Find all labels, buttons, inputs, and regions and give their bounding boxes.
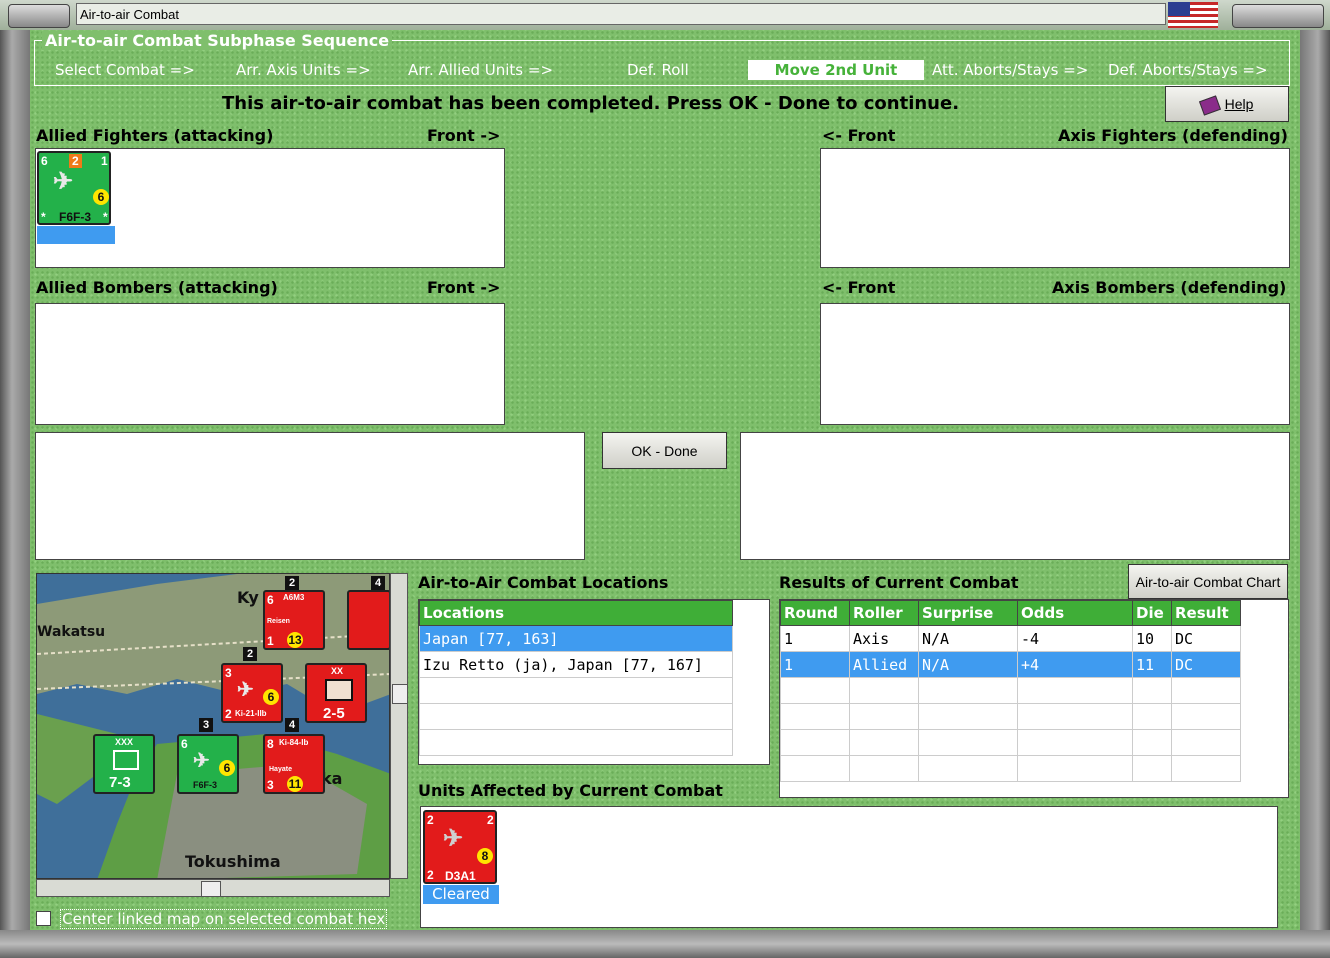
window-title: Air-to-air Combat xyxy=(76,3,1166,25)
allied-bombers-panel xyxy=(35,303,505,425)
step-arr-allied: Arr. Allied Units => xyxy=(408,61,554,79)
result-row[interactable]: 1 Axis N/A -4 10 DC xyxy=(780,625,1241,652)
step-select-combat: Select Combat => xyxy=(55,61,195,79)
locations-header: Locations xyxy=(419,600,733,626)
help-button[interactable]: Help xyxy=(1165,86,1289,122)
fighter-plane-icon: ✈ xyxy=(193,750,210,772)
locations-title: Air-to-Air Combat Locations xyxy=(418,573,669,592)
sequence-title: Air-to-air Combat Subphase Sequence xyxy=(42,31,393,50)
window-frame-right xyxy=(1300,30,1330,958)
result-row-empty xyxy=(780,755,1241,782)
usa-flag-icon xyxy=(1168,2,1218,28)
step-def-roll: Def. Roll xyxy=(627,61,689,79)
allied-fighter-selection xyxy=(37,226,115,244)
results-table: Round Roller Surprise Odds Die Result 1A… xyxy=(780,600,1241,782)
ok-done-button[interactable]: OK - Done xyxy=(602,432,727,469)
locations-table: Locations Japan [77, 163] Izu Retto (ja)… xyxy=(419,600,733,756)
col-round: Round xyxy=(780,600,850,626)
allied-fighter-counter[interactable]: 6 2 1 ✈ 6 * F6F-3 * xyxy=(37,151,111,225)
hex-number: 2 xyxy=(243,647,257,661)
system-menu-button[interactable] xyxy=(8,4,70,28)
help-book-icon xyxy=(1198,95,1221,116)
axis-bombers-label: Axis Bombers (defending) xyxy=(1052,278,1287,297)
result-row-empty xyxy=(780,703,1241,730)
center-map-checkbox[interactable] xyxy=(36,911,51,926)
bomber-plane-icon: ✈ xyxy=(237,679,254,701)
allied-fighters-label: Allied Fighters (attacking) xyxy=(36,126,274,145)
col-surprise: Surprise xyxy=(918,600,1018,626)
window-frame-bottom xyxy=(0,930,1330,958)
axis-info-panel xyxy=(740,432,1290,560)
step-att-aborts: Att. Aborts/Stays => xyxy=(932,61,1089,79)
axis-bombers-panel xyxy=(820,303,1290,425)
map-counter-ki84[interactable]: 8 Ki-84-Ib Hayate 11 3 xyxy=(263,734,325,794)
location-row-empty xyxy=(419,703,733,730)
step-move-2nd-unit: Move 2nd Unit xyxy=(748,60,924,80)
front-label-2: <- Front xyxy=(822,126,896,145)
col-result: Result xyxy=(1171,600,1241,626)
hex-number: 3 xyxy=(199,718,213,732)
col-odds: Odds xyxy=(1017,600,1133,626)
map-label-ky: Ky xyxy=(237,588,259,607)
col-die: Die xyxy=(1132,600,1172,626)
map-counter-f6f3[interactable]: 6 ✈ 6 F6F-3 xyxy=(177,734,239,794)
affected-panel xyxy=(420,806,1278,928)
map-hscroll-thumb[interactable] xyxy=(201,881,221,897)
result-row-empty xyxy=(780,677,1241,704)
map-counter-partial[interactable] xyxy=(347,590,389,650)
location-row[interactable]: Japan [77, 163] xyxy=(419,625,733,652)
linked-map[interactable]: Ky Wakatsu Tokushima ka 2 4 2 3 4 6 A6M3… xyxy=(36,573,390,879)
location-row[interactable]: Izu Retto (ja), Japan [77, 167] xyxy=(419,651,733,678)
front-label-3: Front -> xyxy=(427,278,501,297)
location-row-empty xyxy=(419,729,733,756)
allied-info-panel xyxy=(35,432,585,560)
close-button[interactable] xyxy=(1232,4,1324,28)
window-frame-left xyxy=(0,30,30,958)
fighter-plane-icon: ✈ xyxy=(53,168,74,195)
result-row[interactable]: 1 Allied N/A +4 11 DC xyxy=(780,651,1241,678)
map-counter-2-5[interactable]: XX 2-5 xyxy=(305,663,367,723)
marine-symbol-icon xyxy=(113,750,139,770)
hex-number: 2 xyxy=(285,576,299,590)
center-map-label: Center linked map on selected combat hex xyxy=(60,908,388,929)
affected-title: Units Affected by Current Combat xyxy=(418,781,723,800)
axis-fighters-label: Axis Fighters (defending) xyxy=(1058,126,1288,145)
map-counter-7-3[interactable]: XXX 7-3 xyxy=(93,734,155,794)
axis-fighters-panel xyxy=(820,148,1290,268)
col-roller: Roller xyxy=(849,600,919,626)
hex-number: 4 xyxy=(371,576,385,590)
front-label-1: Front -> xyxy=(427,126,501,145)
map-label-tokushima: Tokushima xyxy=(185,852,281,871)
infantry-symbol-icon xyxy=(325,679,353,701)
bomber-plane-icon: ✈ xyxy=(443,825,464,852)
location-row-empty xyxy=(419,677,733,704)
results-title: Results of Current Combat xyxy=(779,573,1019,592)
map-counter-ki21[interactable]: 3 ✈ 6 2 Ki-21-IIb xyxy=(221,663,283,723)
map-terrain xyxy=(37,574,389,878)
air-combat-chart-button[interactable]: Air-to-air Combat Chart xyxy=(1128,564,1288,599)
result-row-empty xyxy=(780,729,1241,756)
map-counter-a6m3[interactable]: 6 A6M3 Reisen 13 1 xyxy=(263,590,325,650)
affected-unit-counter[interactable]: 2 2 ✈ 8 2 D3A1 xyxy=(423,810,497,884)
step-arr-axis: Arr. Axis Units => xyxy=(236,61,371,79)
front-label-4: <- Front xyxy=(822,278,896,297)
allied-bombers-label: Allied Bombers (attacking) xyxy=(36,278,278,297)
help-label: Help xyxy=(1224,96,1254,112)
status-message: This air-to-air combat has been complete… xyxy=(222,93,960,114)
map-vertical-scrollbar[interactable] xyxy=(390,573,408,879)
step-def-aborts: Def. Aborts/Stays => xyxy=(1108,61,1268,79)
affected-unit-status: Cleared xyxy=(423,885,499,904)
map-vscroll-thumb[interactable] xyxy=(392,684,408,704)
center-map-checkbox-row[interactable]: Center linked map on selected combat hex xyxy=(36,908,412,929)
map-horizontal-scrollbar[interactable] xyxy=(36,879,390,897)
hex-number: 4 xyxy=(285,718,299,732)
map-label-wakatsu: Wakatsu xyxy=(37,624,106,640)
